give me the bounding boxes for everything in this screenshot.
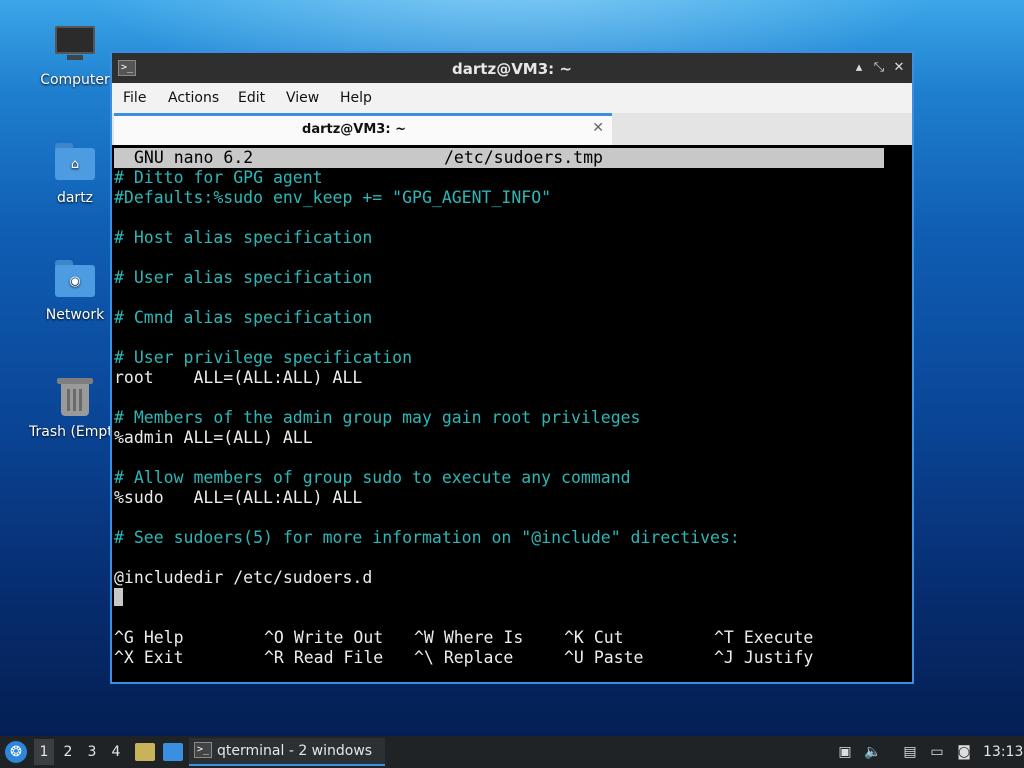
network-folder-icon: ◉ <box>53 257 97 301</box>
nano-line: %admin ALL=(ALL) ALL <box>114 428 313 447</box>
nano-shortcut: ^W Where Is <box>414 628 523 648</box>
show-desktop-icon[interactable] <box>163 743 183 761</box>
shortcut-key: ^\ <box>414 648 434 667</box>
menu-file[interactable]: File <box>123 90 146 106</box>
app-menu-icon[interactable]: ❂ <box>5 741 27 763</box>
nano-line: # See sudoers(5) for more information on… <box>114 528 740 547</box>
menu-view[interactable]: View <box>286 90 319 106</box>
shortcut-label: Exit <box>143 648 184 667</box>
close-button[interactable]: ✕ <box>891 59 907 77</box>
workspace-2[interactable]: 2 <box>58 744 78 760</box>
menu-help[interactable]: Help <box>340 90 372 106</box>
volume-icon[interactable]: 🔈 <box>864 743 882 761</box>
shortcut-label: Read File <box>293 648 384 667</box>
nano-line: @includedir /etc/sudoers.d <box>114 568 373 587</box>
nano-line: # Ditto for GPG agent <box>114 168 323 187</box>
tab-label: dartz@VM3: ~ <box>302 122 406 137</box>
desktop-icon-computer[interactable]: Computer <box>27 22 123 88</box>
shortcut-key: ^W <box>414 628 434 647</box>
shortcut-key: ^O <box>264 628 284 647</box>
menu-edit[interactable]: Edit <box>238 90 265 106</box>
shortcut-label: Help <box>143 628 184 647</box>
menu-actions[interactable]: Actions <box>168 90 219 106</box>
nano-shortcut: ^T Execute <box>714 628 813 648</box>
window-titlebar[interactable]: >_ dartz@VM3: ~ ▴ ⤡ ✕ <box>112 53 912 83</box>
workspace-3[interactable]: 3 <box>82 744 102 760</box>
terminal-icon: >_ <box>194 742 212 758</box>
nano-line: # User alias specification <box>114 268 373 287</box>
terminal-area[interactable]: GNU nano 6.2 /etc/sudoers.tmp # Ditto fo… <box>112 145 912 682</box>
nano-shortcut: ^G Help <box>114 628 184 648</box>
shortcut-key: ^X <box>114 648 134 667</box>
shortcut-label: Where Is <box>443 628 524 647</box>
file-manager-icon[interactable] <box>135 743 155 761</box>
nano-header: GNU nano 6.2 /etc/sudoers.tmp <box>114 148 884 168</box>
desktop-icon-label: Network <box>45 307 105 323</box>
clipboard-icon[interactable]: ▣ <box>836 743 854 761</box>
taskbar-task-qterminal[interactable]: >_ qterminal - 2 windows <box>189 738 385 766</box>
terminal-window: >_ dartz@VM3: ~ ▴ ⤡ ✕ File Actions Edit … <box>110 51 914 684</box>
nano-line: # Host alias specification <box>114 228 373 247</box>
shortcut-key: ^K <box>564 628 584 647</box>
nano-shortcut: ^K Cut <box>564 628 624 648</box>
nano-shortcut: ^X Exit <box>114 648 184 668</box>
workspace-1[interactable]: 1 <box>34 739 54 765</box>
clock: 13:13 <box>983 744 1024 760</box>
nano-line: %sudo ALL=(ALL:ALL) ALL <box>114 488 363 507</box>
nano-line: root ALL=(ALL:ALL) ALL <box>114 368 363 387</box>
nano-shortcut: ^O Write Out <box>264 628 383 648</box>
shortcut-key: ^G <box>114 628 134 647</box>
text-cursor <box>114 588 123 606</box>
nano-line: # User privilege specification <box>114 348 413 367</box>
nano-line: # Cmnd alias specification <box>114 308 373 327</box>
update-icon[interactable]: ◙ <box>955 743 973 761</box>
tab-bar: dartz@VM3: ~ ✕ <box>112 113 912 145</box>
tab-close-icon[interactable]: ✕ <box>592 120 604 136</box>
nano-shortcut: ^U Paste <box>564 648 643 668</box>
shortcut-label: Paste <box>593 648 644 667</box>
nano-shortcut: ^\ Replace <box>414 648 513 668</box>
nano-line: #Defaults:%sudo env_keep += "GPG_AGENT_I… <box>114 188 552 207</box>
shortcut-key: ^T <box>714 628 734 647</box>
trash-icon <box>53 374 97 418</box>
nano-filename: /etc/sudoers.tmp <box>444 148 603 167</box>
shortcut-label: Cut <box>593 628 624 647</box>
computer-icon <box>53 22 97 66</box>
desktop-icon-network[interactable]: ◉ Network <box>27 257 123 323</box>
desktop-icon-label: dartz <box>56 190 94 206</box>
menu-bar: File Actions Edit View Help <box>112 83 912 113</box>
nano-shortcut: ^J Justify <box>714 648 813 668</box>
network-icon[interactable]: ▭ <box>928 743 946 761</box>
desktop-icon-label: Computer <box>40 72 110 88</box>
taskbar: ❂ 1 2 3 4 >_ qterminal - 2 windows ▣ 🔈 ▤… <box>0 736 1024 768</box>
shortcut-label: Execute <box>743 628 814 647</box>
window-title: dartz@VM3: ~ <box>452 60 572 78</box>
nano-line: # Members of the admin group may gain ro… <box>114 408 641 427</box>
notes-icon[interactable]: ▤ <box>901 743 919 761</box>
minimize-button[interactable]: ▴ <box>851 59 867 77</box>
shortcut-key: ^J <box>714 648 734 667</box>
workspace-4[interactable]: 4 <box>106 744 126 760</box>
nano-line: # Allow members of group sudo to execute… <box>114 468 631 487</box>
nano-version: GNU nano 6.2 <box>134 148 254 167</box>
home-folder-icon: ⌂ <box>53 140 97 184</box>
tab-terminal[interactable]: dartz@VM3: ~ ✕ <box>114 113 612 145</box>
shortcut-key: ^U <box>564 648 584 667</box>
maximize-button[interactable]: ⤡ <box>871 59 887 77</box>
shortcut-label: Replace <box>443 648 514 667</box>
shortcut-label: Justify <box>743 648 814 667</box>
desktop-icon-home[interactable]: ⌂ dartz <box>27 140 123 206</box>
task-label: qterminal - 2 windows <box>217 743 373 759</box>
shortcut-key: ^R <box>264 648 284 667</box>
shortcut-label: Write Out <box>293 628 384 647</box>
nano-shortcut: ^R Read File <box>264 648 383 668</box>
